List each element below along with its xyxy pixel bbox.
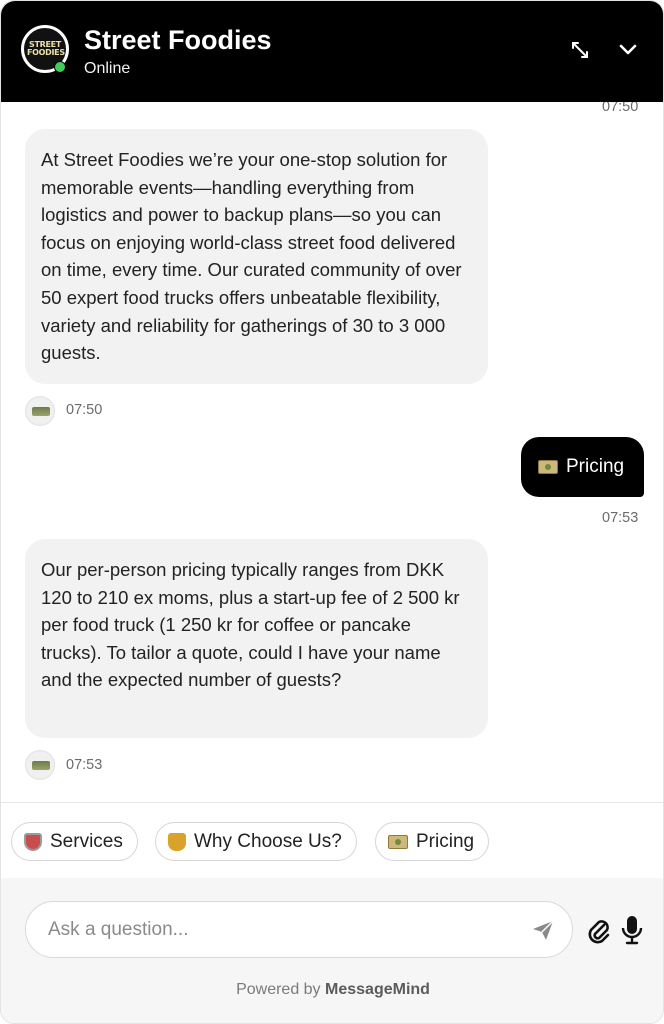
microphone-button[interactable] [621,914,643,946]
chevron-down-icon [619,44,637,55]
message-input[interactable] [48,902,518,957]
bot-logo-icon [32,761,50,770]
powered-by: Powered by MessageMind [1,981,663,999]
quick-reply-why-choose-us[interactable]: Why Choose Us? [155,822,357,861]
composer: Powered by MessageMind [1,878,663,1023]
message-time: 07:53 [602,510,639,526]
shield-icon [24,832,42,851]
bot-avatar [25,396,55,426]
bot-logo-icon [32,407,50,416]
online-status-dot [54,61,66,73]
brand-logo-text: STREET FOODIES [27,40,65,57]
user-message: Pricing [521,437,644,497]
money-icon [388,834,408,849]
powered-by-prefix: Powered by [236,981,321,998]
bot-message: At Street Foodies we’re your one-stop so… [25,129,488,384]
quick-reply-label: Pricing [416,830,475,852]
quick-reply-label: Services [50,830,123,852]
quick-reply-label: Why Choose Us? [194,830,342,852]
user-message-text: Pricing [566,456,625,477]
paperclip-icon [588,920,610,944]
bot-avatar [25,750,55,780]
message-time: 07:50 [66,402,103,418]
message-time: 07:53 [66,757,103,773]
chat-title: Street Foodies [84,25,272,55]
chat-header: STREET FOODIES Street Foodies Online [1,1,663,102]
quick-replies: Services Why Choose Us? Pricing [1,802,663,878]
powered-by-brand[interactable]: MessageMind [325,981,430,998]
message-time: 07:50 [602,102,639,115]
message-list[interactable]: 07:50 At Street Foodies we’re your one-s… [1,102,663,802]
quick-reply-pricing[interactable]: Pricing [375,822,490,861]
expand-button[interactable] [567,37,593,63]
money-icon [538,460,558,474]
expand-icon [572,42,588,58]
send-button[interactable] [530,917,556,943]
chat-status: Online [84,60,131,77]
microphone-icon [621,916,643,945]
attach-button[interactable] [586,915,612,945]
bot-message: Our per-person pricing typically ranges … [25,539,488,738]
chat-widget: STREET FOODIES Street Foodies Online 07:… [0,0,664,1024]
minimize-button[interactable] [615,37,641,63]
trophy-icon [168,832,186,851]
send-icon [533,920,554,940]
message-input-wrapper [25,901,573,958]
quick-reply-services[interactable]: Services [11,822,138,861]
